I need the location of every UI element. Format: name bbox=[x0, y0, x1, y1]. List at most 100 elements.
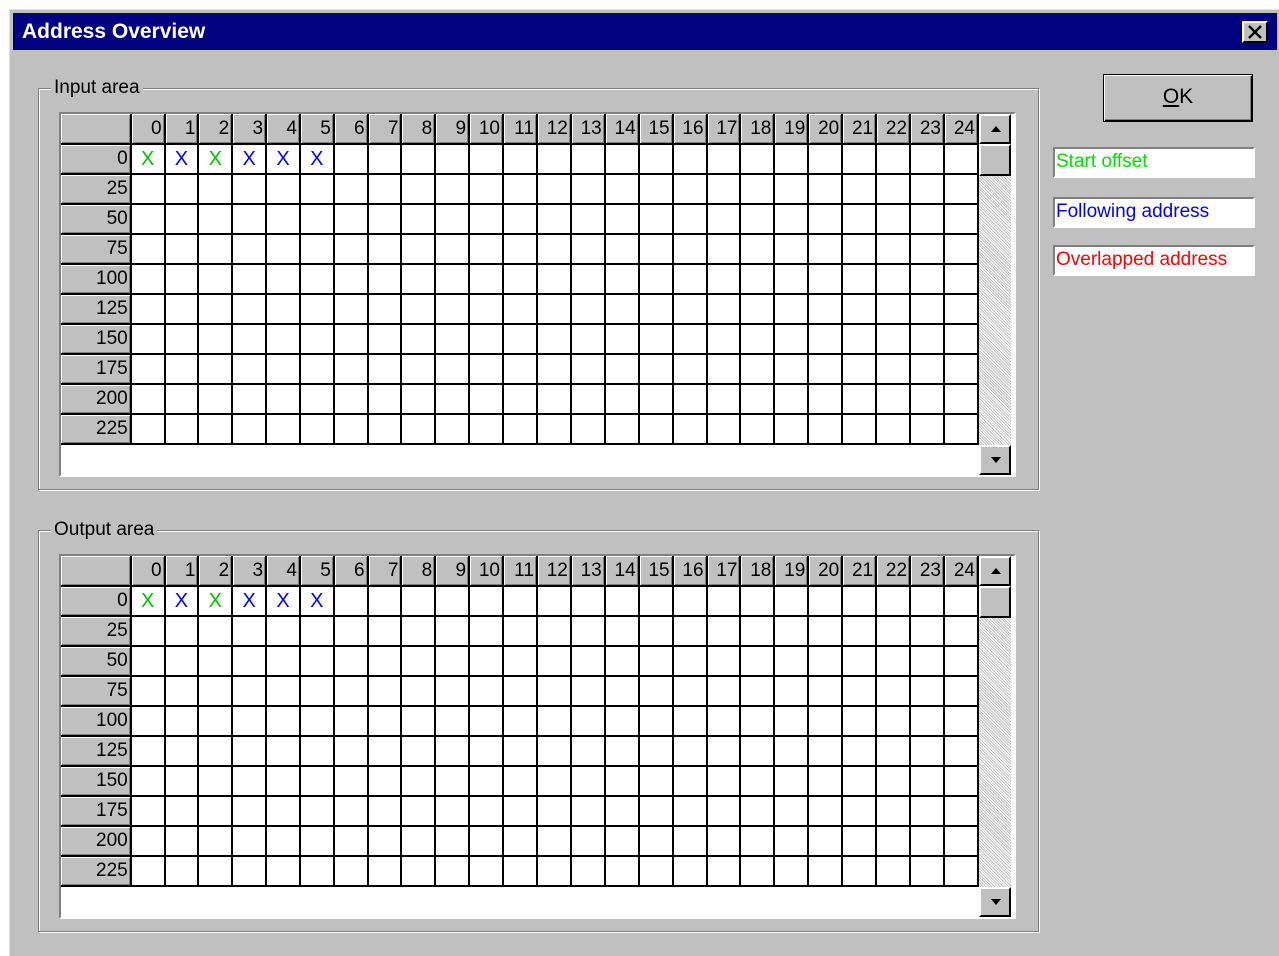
address-cell[interactable] bbox=[198, 354, 234, 385]
address-cell[interactable] bbox=[910, 384, 945, 415]
address-cell[interactable] bbox=[232, 616, 268, 647]
address-cell[interactable] bbox=[503, 174, 538, 205]
address-cell[interactable] bbox=[367, 144, 403, 175]
address-cell[interactable] bbox=[164, 736, 200, 767]
address-cell[interactable] bbox=[266, 796, 301, 827]
address-cell[interactable] bbox=[774, 204, 810, 235]
address-cell[interactable] bbox=[808, 204, 844, 235]
address-cell[interactable] bbox=[367, 706, 403, 737]
address-cell[interactable] bbox=[401, 766, 437, 797]
address-cell[interactable] bbox=[469, 586, 504, 617]
address-cell[interactable] bbox=[367, 384, 403, 415]
address-cell[interactable] bbox=[164, 204, 200, 235]
address-cell[interactable] bbox=[232, 234, 268, 265]
address-cell[interactable] bbox=[876, 264, 912, 295]
address-cell[interactable] bbox=[638, 736, 674, 767]
address-cell[interactable] bbox=[672, 354, 708, 385]
address-cell[interactable] bbox=[876, 384, 912, 415]
address-cell[interactable] bbox=[503, 586, 538, 617]
address-cell[interactable] bbox=[774, 414, 810, 445]
address-cell[interactable] bbox=[706, 264, 742, 295]
address-cell[interactable] bbox=[774, 706, 810, 737]
address-cell[interactable] bbox=[435, 856, 471, 887]
address-cell[interactable] bbox=[299, 766, 335, 797]
address-cell[interactable] bbox=[266, 706, 301, 737]
address-cell[interactable] bbox=[164, 414, 200, 445]
address-cell[interactable] bbox=[740, 204, 776, 235]
address-cell[interactable] bbox=[842, 796, 878, 827]
address-cell[interactable] bbox=[299, 414, 335, 445]
address-cell[interactable] bbox=[672, 414, 708, 445]
address-cell[interactable] bbox=[367, 324, 403, 355]
address-cell[interactable] bbox=[570, 646, 606, 677]
address-cell[interactable] bbox=[469, 234, 504, 265]
address-cell[interactable] bbox=[130, 264, 166, 295]
address-cell[interactable] bbox=[198, 204, 234, 235]
address-cell[interactable] bbox=[198, 324, 234, 355]
address-cell[interactable] bbox=[740, 234, 776, 265]
address-cell[interactable] bbox=[604, 706, 640, 737]
address-cell[interactable] bbox=[469, 324, 504, 355]
address-cell[interactable] bbox=[536, 766, 572, 797]
address-cell[interactable] bbox=[130, 796, 166, 827]
address-cell[interactable] bbox=[435, 706, 471, 737]
address-cell[interactable] bbox=[333, 384, 369, 415]
address-cell[interactable] bbox=[435, 204, 471, 235]
address-cell[interactable] bbox=[266, 414, 301, 445]
address-cell[interactable] bbox=[876, 736, 912, 767]
address-cell[interactable] bbox=[740, 144, 776, 175]
address-cell[interactable] bbox=[266, 856, 301, 887]
address-cell[interactable] bbox=[842, 174, 878, 205]
address-cell[interactable] bbox=[808, 796, 844, 827]
address-cell[interactable] bbox=[740, 676, 776, 707]
address-cell[interactable] bbox=[367, 766, 403, 797]
output-area-scrollbar[interactable] bbox=[979, 556, 1011, 917]
address-cell[interactable] bbox=[164, 324, 200, 355]
address-cell[interactable] bbox=[740, 856, 776, 887]
address-cell[interactable] bbox=[299, 676, 335, 707]
address-cell[interactable] bbox=[638, 856, 674, 887]
address-cell[interactable] bbox=[469, 414, 504, 445]
address-cell[interactable] bbox=[367, 736, 403, 767]
address-cell[interactable] bbox=[232, 736, 268, 767]
address-cell[interactable] bbox=[774, 354, 810, 385]
address-cell[interactable] bbox=[232, 324, 268, 355]
address-cell[interactable] bbox=[604, 736, 640, 767]
address-cell[interactable] bbox=[706, 234, 742, 265]
address-cell[interactable] bbox=[333, 414, 369, 445]
address-cell[interactable] bbox=[503, 414, 538, 445]
address-cell[interactable] bbox=[198, 646, 234, 677]
address-cell[interactable] bbox=[876, 796, 912, 827]
address-cell[interactable] bbox=[299, 736, 335, 767]
address-cell[interactable] bbox=[706, 174, 742, 205]
address-cell[interactable] bbox=[367, 676, 403, 707]
address-cell[interactable] bbox=[706, 646, 742, 677]
address-cell[interactable] bbox=[503, 264, 538, 295]
address-cell[interactable] bbox=[672, 144, 708, 175]
address-cell[interactable] bbox=[333, 294, 369, 325]
address-cell[interactable] bbox=[943, 736, 979, 767]
address-cell[interactable] bbox=[232, 766, 268, 797]
address-cell[interactable] bbox=[740, 736, 776, 767]
address-cell[interactable] bbox=[536, 174, 572, 205]
address-cell[interactable] bbox=[638, 204, 674, 235]
address-cell[interactable] bbox=[740, 796, 776, 827]
address-cell[interactable] bbox=[232, 646, 268, 677]
address-cell[interactable] bbox=[740, 354, 776, 385]
address-cell[interactable] bbox=[435, 144, 471, 175]
address-cell[interactable] bbox=[333, 234, 369, 265]
address-cell[interactable] bbox=[130, 766, 166, 797]
address-cell[interactable] bbox=[536, 414, 572, 445]
address-cell[interactable] bbox=[435, 676, 471, 707]
address-cell[interactable] bbox=[638, 234, 674, 265]
address-cell[interactable] bbox=[503, 646, 538, 677]
address-cell[interactable] bbox=[198, 234, 234, 265]
address-cell[interactable]: X bbox=[232, 144, 268, 175]
address-cell[interactable] bbox=[808, 766, 844, 797]
address-cell[interactable] bbox=[638, 706, 674, 737]
address-cell[interactable] bbox=[435, 384, 471, 415]
address-cell[interactable] bbox=[910, 616, 945, 647]
address-cell[interactable] bbox=[638, 586, 674, 617]
address-cell[interactable] bbox=[876, 856, 912, 887]
address-cell[interactable] bbox=[198, 856, 234, 887]
